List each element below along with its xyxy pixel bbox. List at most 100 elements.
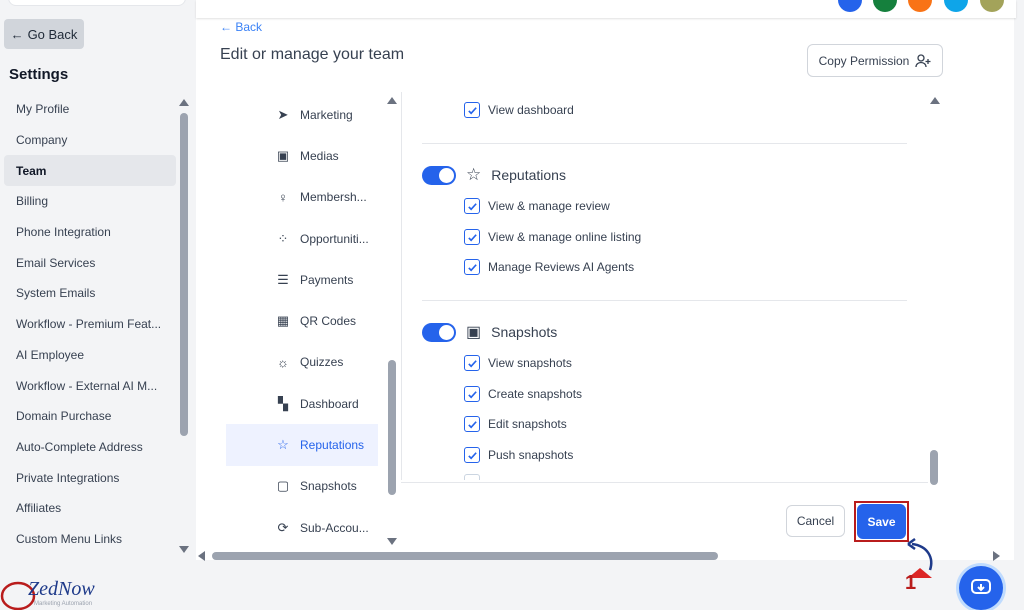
checkbox-checked-icon[interactable] xyxy=(464,416,480,432)
checkbox-checked-icon[interactable] xyxy=(464,229,480,245)
permission-manage-reviews-ai-agents[interactable]: Manage Reviews AI Agents xyxy=(464,259,634,275)
top-search-box[interactable] xyxy=(8,0,186,6)
category-snapshots[interactable]: ▢ Snapshots xyxy=(226,466,378,507)
go-back-button[interactable]: ← Go Back xyxy=(4,19,84,49)
sidebar-scroll-up-icon[interactable] xyxy=(179,99,189,106)
checkbox-unchecked-icon[interactable] xyxy=(464,474,480,480)
funnel-icon: ⁘ xyxy=(277,230,289,246)
reputations-toggle[interactable] xyxy=(422,165,456,185)
permissions-scroll-up-icon[interactable] xyxy=(930,97,940,104)
scroll-left-icon[interactable] xyxy=(198,551,205,561)
permission-view-snapshots[interactable]: View snapshots xyxy=(464,355,572,371)
permission-label: View & manage review xyxy=(488,199,610,213)
checkbox-checked-icon[interactable] xyxy=(464,102,480,118)
category-dashboard[interactable]: ▚ Dashboard xyxy=(226,383,378,424)
permission-push-snapshots[interactable]: Push snapshots xyxy=(464,447,573,463)
permission-categories: ➤ Marketing ▣ Medias ♀ Membersh... ⁘ Opportu… xyxy=(226,94,378,548)
category-sub-accounts[interactable]: ⟳ Sub-Accou... xyxy=(226,507,378,548)
sidebar-scrollbar[interactable] xyxy=(180,113,188,436)
chat-icon xyxy=(971,579,991,594)
category-label: Payments xyxy=(300,272,354,287)
categories-scroll-down-icon[interactable] xyxy=(387,538,397,545)
permission-label: Manage Reviews AI Agents xyxy=(488,260,635,274)
user-plus-icon xyxy=(915,53,931,67)
section-title: Snapshots xyxy=(491,324,558,340)
sidebar-item-billing[interactable]: Billing xyxy=(4,186,176,217)
sidebar-item-workflow-premium[interactable]: Workflow - Premium Feat... xyxy=(4,309,176,340)
section-reputations: ☆ Reputations xyxy=(422,165,566,185)
category-marketing[interactable]: ➤ Marketing xyxy=(226,94,378,135)
category-label: Marketing xyxy=(300,107,353,122)
checkbox-checked-icon[interactable] xyxy=(464,198,480,214)
chat-widget-button[interactable] xyxy=(959,566,1003,610)
horizontal-scrollbar[interactable] xyxy=(212,552,718,560)
permission-view-dashboard[interactable]: View dashboard xyxy=(464,102,574,118)
permission-label: Create snapshots xyxy=(488,387,583,401)
category-medias[interactable]: ▣ Medias xyxy=(226,135,378,176)
category-label: Sub-Accou... xyxy=(300,520,369,535)
checkbox-checked-icon[interactable] xyxy=(464,386,480,402)
category-label: Dashboard xyxy=(300,396,359,411)
permission-label: Push snapshots xyxy=(488,448,574,462)
annotation-number: 1 xyxy=(905,572,917,594)
sidebar-nav: My Profile Company Team Billing Phone In… xyxy=(4,94,176,554)
sidebar-item-auto-complete-address[interactable]: Auto-Complete Address xyxy=(4,432,176,463)
permission-label: View dashboard xyxy=(488,103,574,117)
category-label: QR Codes xyxy=(300,314,357,329)
category-label: Medias xyxy=(300,148,339,163)
category-quizzes[interactable]: ☼ Quizzes xyxy=(226,342,378,383)
checkbox-checked-icon[interactable] xyxy=(464,259,480,275)
award-icon: ♀ xyxy=(278,189,288,205)
sidebar-item-my-profile[interactable]: My Profile xyxy=(4,94,176,125)
refresh-icon: ⟳ xyxy=(277,519,289,535)
sidebar-item-email-services[interactable]: Email Services xyxy=(4,247,176,278)
sidebar-item-system-emails[interactable]: System Emails xyxy=(4,278,176,309)
permission-view-manage-review[interactable]: View & manage review xyxy=(464,198,610,214)
sidebar-item-company[interactable]: Company xyxy=(4,125,176,156)
portrait-icon: ▣ xyxy=(466,324,482,341)
sidebar-item-workflow-external-ai[interactable]: Workflow - External AI M... xyxy=(4,370,176,401)
category-payments[interactable]: ☰ Payments xyxy=(226,259,378,300)
checkbox-checked-icon[interactable] xyxy=(464,355,480,371)
category-qr-codes[interactable]: ▦ QR Codes xyxy=(226,300,378,341)
back-label: Back xyxy=(235,20,263,34)
star-icon: ☆ xyxy=(277,437,289,453)
category-memberships[interactable]: ♀ Membersh... xyxy=(226,177,378,218)
sidebar-item-custom-menu-links[interactable]: Custom Menu Links xyxy=(4,524,176,555)
category-label: Reputations xyxy=(300,438,365,453)
permissions-scrollbar[interactable] xyxy=(930,450,938,485)
save-button[interactable]: Save xyxy=(857,504,906,539)
sidebar-item-phone-integration[interactable]: Phone Integration xyxy=(4,217,176,248)
sidebar-item-affiliates[interactable]: Affiliates xyxy=(4,493,176,524)
copy-permission-button[interactable]: Copy Permission xyxy=(807,44,943,77)
categories-scrollbar[interactable] xyxy=(388,360,396,495)
bottom-strip xyxy=(0,562,1024,610)
category-label: Membersh... xyxy=(300,190,367,205)
section-title: Reputations xyxy=(491,167,566,183)
permission-view-manage-online-listing[interactable]: View & manage online listing xyxy=(464,229,641,245)
back-link[interactable]: ← Back xyxy=(220,20,262,34)
permission-label: View & manage online listing xyxy=(488,230,642,244)
permission-edit-snapshots[interactable]: Edit snapshots xyxy=(464,416,567,432)
sidebar-scroll-down-icon[interactable] xyxy=(179,546,189,553)
bank-icon: ☰ xyxy=(277,271,289,287)
star-icon: ☆ xyxy=(466,165,482,184)
cancel-button[interactable]: Cancel xyxy=(786,505,845,537)
permission-row-cutoff[interactable] xyxy=(464,474,480,480)
footer-divider xyxy=(401,482,928,483)
snapshots-toggle[interactable] xyxy=(422,322,456,342)
scroll-right-icon[interactable] xyxy=(993,551,1000,561)
go-back-label: Go Back xyxy=(27,26,78,42)
permissions-panel: View dashboard ☆ Reputations View & mana… xyxy=(401,92,928,480)
permission-label: Edit snapshots xyxy=(488,417,567,431)
category-opportunities[interactable]: ⁘ Opportuniti... xyxy=(226,218,378,259)
sidebar-item-private-integrations[interactable]: Private Integrations xyxy=(4,462,176,493)
category-label: Quizzes xyxy=(300,355,344,370)
sidebar-item-team[interactable]: Team xyxy=(4,155,176,187)
checkbox-checked-icon[interactable] xyxy=(464,447,480,463)
category-reputations[interactable]: ☆ Reputations xyxy=(226,424,378,466)
sidebar-item-ai-employee[interactable]: AI Employee xyxy=(4,340,176,371)
categories-scroll-up-icon[interactable] xyxy=(387,97,397,104)
permission-create-snapshots[interactable]: Create snapshots xyxy=(464,386,582,402)
sidebar-item-domain-purchase[interactable]: Domain Purchase xyxy=(4,401,176,432)
